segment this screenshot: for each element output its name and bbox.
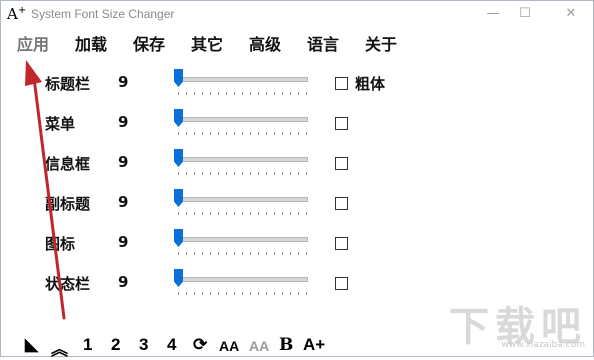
bold-checkbox-label: 粗体 [355, 75, 386, 93]
bold-checkbox[interactable] [335, 77, 348, 90]
title-bar: A+ System Font Size Changer — ☐ ✕ [1, 1, 593, 29]
menu-language[interactable]: 语言 [307, 31, 339, 55]
slider-thumb[interactable] [174, 149, 183, 167]
preset-1-button[interactable]: 1 [83, 335, 92, 355]
size-slider[interactable] [174, 229, 308, 257]
size-value: 9 [118, 73, 129, 91]
menu-save[interactable]: 保存 [133, 31, 165, 55]
size-value: 9 [118, 273, 129, 291]
minimize-icon[interactable]: — [479, 3, 507, 25]
slider-thumb[interactable] [174, 189, 183, 207]
row-message-box: 信息框 9 [1, 149, 593, 179]
contrast-icon[interactable]: ◣ [25, 335, 38, 355]
preset-2-button[interactable]: 2 [111, 335, 120, 355]
row-label: 状态栏 [45, 275, 91, 293]
row-label: 图标 [45, 235, 76, 253]
font-size-icon: A+ [7, 5, 27, 23]
row-menu: 菜单 9 [1, 109, 593, 139]
collapse-icon[interactable]: ︽ [51, 335, 68, 360]
bold-checkbox[interactable] [335, 157, 348, 170]
refresh-icon[interactable]: ⟳ [193, 335, 207, 355]
bottom-toolbar: ◣ ︽ 1 2 3 4 ⟳ AA AA B A+ [21, 335, 361, 360]
menu-apply[interactable]: 应用 [17, 31, 49, 55]
size-slider[interactable] [174, 109, 308, 137]
row-label: 标题栏 [45, 75, 91, 93]
menu-load[interactable]: 加载 [75, 31, 107, 55]
size-value: 9 [118, 153, 129, 171]
menu-other[interactable]: 其它 [191, 31, 223, 55]
font-plus-icon[interactable]: A+ [303, 335, 325, 355]
main-window: A+ System Font Size Changer — ☐ ✕ 应用 加载 … [0, 0, 594, 360]
size-slider[interactable] [174, 189, 308, 217]
bold-checkbox[interactable] [335, 237, 348, 250]
row-label: 菜单 [45, 115, 76, 133]
bold-checkbox[interactable] [335, 197, 348, 210]
size-value: 9 [118, 233, 129, 251]
preset-3-button[interactable]: 3 [139, 335, 148, 355]
slider-thumb[interactable] [174, 109, 183, 127]
row-icon: 图标 9 [1, 229, 593, 259]
size-value: 9 [118, 193, 129, 211]
watermark-logo: 下载吧 www.xiazaiba.com [449, 304, 587, 350]
bold-button[interactable]: B [279, 335, 293, 355]
font-size-disabled-button[interactable]: AA [249, 338, 269, 354]
close-icon[interactable]: ✕ [557, 3, 585, 25]
row-label: 副标题 [45, 195, 91, 213]
menu-advanced[interactable]: 高级 [249, 31, 281, 55]
slider-thumb[interactable] [174, 269, 183, 287]
size-slider[interactable] [174, 149, 308, 177]
font-size-button[interactable]: AA [219, 338, 239, 354]
window-title: System Font Size Changer [31, 7, 175, 21]
size-slider[interactable] [174, 269, 308, 297]
row-title-bar: 标题栏 9 粗体 [1, 69, 593, 99]
slider-thumb[interactable] [174, 229, 183, 247]
bold-checkbox[interactable] [335, 277, 348, 290]
bold-checkbox[interactable] [335, 117, 348, 130]
size-value: 9 [118, 113, 129, 131]
size-slider[interactable] [174, 69, 308, 97]
slider-thumb[interactable] [174, 69, 183, 87]
row-palette-title: 副标题 9 [1, 189, 593, 219]
menu-about[interactable]: 关于 [365, 31, 397, 55]
row-label: 信息框 [45, 155, 91, 173]
preset-4-button[interactable]: 4 [167, 335, 176, 355]
maximize-icon[interactable]: ☐ [511, 3, 539, 25]
